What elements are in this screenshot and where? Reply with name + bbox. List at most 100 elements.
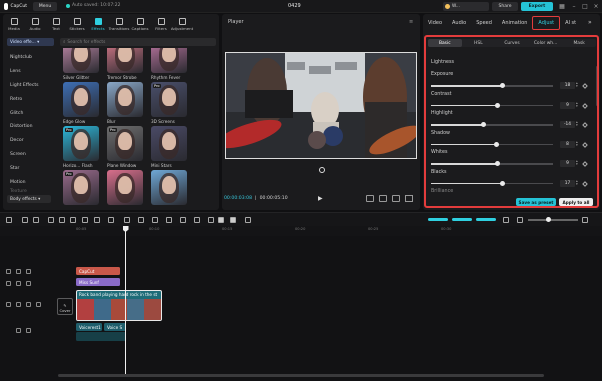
video-preview[interactable]: [225, 52, 417, 159]
split-right-icon[interactable]: [70, 217, 76, 223]
category-screen[interactable]: Screen: [3, 148, 55, 162]
tab-captions[interactable]: Captions: [130, 14, 150, 35]
split-icon[interactable]: [48, 217, 54, 223]
effect-item[interactable]: Pro Plane Window: [107, 126, 145, 168]
ai-tool-icon[interactable]: [218, 217, 224, 223]
lock-icon[interactable]: [16, 269, 21, 274]
export-button[interactable]: Export: [521, 2, 553, 11]
fullscreen-icon[interactable]: [405, 195, 413, 202]
audio-clip-voicerest[interactable]: Voicerest1: [76, 323, 102, 331]
effect-item[interactable]: Blur: [107, 82, 145, 124]
effect-item[interactable]: Rhythm Fever: [151, 48, 189, 80]
effect-item[interactable]: Edge Glow: [63, 82, 101, 124]
effect-item[interactable]: Pro Horizo... Flash: [63, 126, 101, 168]
main-track-magnet-toggle[interactable]: [428, 218, 448, 221]
menu-button[interactable]: Menu: [33, 2, 57, 11]
account-button[interactable]: W...: [443, 2, 489, 11]
effect-item[interactable]: Pro: [63, 170, 101, 206]
cover-button[interactable]: ✎ Cover: [57, 298, 73, 315]
body-effects-dropdown[interactable]: Body effects ▾: [7, 195, 51, 203]
delete-icon[interactable]: [82, 217, 88, 223]
category-distortion[interactable]: Distortion: [3, 120, 55, 134]
effect-preview-image: [162, 132, 176, 150]
preview-axis-icon[interactable]: [503, 217, 509, 223]
play-button[interactable]: ▶: [318, 195, 323, 202]
split-left-icon[interactable]: [59, 217, 65, 223]
player-menu-icon[interactable]: ≡: [409, 19, 413, 25]
effect-item[interactable]: [107, 170, 145, 206]
category-light-effects[interactable]: Light Effects: [3, 79, 55, 93]
undo-icon[interactable]: [22, 217, 28, 223]
zoom-in-icon[interactable]: [582, 217, 588, 223]
tab-text[interactable]: Text: [46, 14, 66, 35]
tab-filters[interactable]: Filters: [151, 14, 171, 35]
freeze-icon[interactable]: [108, 217, 114, 223]
audio-waveform[interactable]: [76, 332, 126, 341]
reverse-icon[interactable]: [124, 217, 130, 223]
eye-icon[interactable]: [26, 269, 31, 274]
zoom-slider-knob[interactable]: [546, 217, 551, 222]
crop-icon[interactable]: [379, 195, 387, 202]
eye-icon[interactable]: [26, 302, 31, 307]
category-nightclub[interactable]: Nightclub: [3, 51, 55, 65]
effect-item[interactable]: Pro 3D Screens: [151, 82, 189, 124]
close-icon[interactable]: ×: [590, 1, 602, 12]
mask-icon[interactable]: [245, 217, 251, 223]
auto-reframe-icon[interactable]: [208, 217, 214, 223]
playhead[interactable]: [125, 228, 126, 374]
lock-icon[interactable]: [16, 302, 21, 307]
redo-icon[interactable]: [33, 217, 39, 223]
effect-label: Edge Glow: [63, 119, 86, 124]
lock-icon[interactable]: [16, 328, 21, 333]
tab-adjustment[interactable]: Adjustment: [171, 14, 193, 35]
tab-transitions[interactable]: Transitions: [109, 14, 129, 35]
auto-snap-toggle[interactable]: [452, 218, 472, 221]
linkage-toggle[interactable]: [476, 218, 496, 221]
mirror-icon[interactable]: [138, 217, 144, 223]
crop-frame[interactable]: [225, 52, 417, 159]
clip-thumbnail: [127, 299, 145, 320]
category-glitch[interactable]: Glitch: [3, 106, 55, 120]
select-tool-icon[interactable]: [6, 217, 12, 223]
clip-thumbnail: [77, 299, 94, 320]
speed-icon[interactable]: [180, 217, 186, 223]
audio-clip-voice-s[interactable]: Voice S: [104, 323, 126, 331]
effect-clip-miss-sunf[interactable]: Miss Sunf: [76, 278, 120, 286]
rotate-icon[interactable]: [152, 217, 158, 223]
effect-preview-image: [74, 48, 88, 62]
share-button[interactable]: Share: [492, 2, 518, 11]
timeline-scrollbar[interactable]: [58, 374, 544, 377]
category-lens[interactable]: Lens: [3, 65, 55, 79]
zoom-slider[interactable]: [528, 217, 578, 222]
tab-effects[interactable]: Effects: [88, 14, 108, 35]
timeline-ruler[interactable]: 00:05 00:10 00:15 00:20 00:25 00:30: [0, 226, 602, 236]
effect-type-dropdown[interactable]: Video effe... ▾: [7, 38, 54, 46]
tab-media[interactable]: Media: [4, 14, 24, 35]
zoom-out-icon[interactable]: [517, 217, 523, 223]
fullscreen-preview-icon[interactable]: [366, 195, 374, 202]
eye-icon[interactable]: [26, 328, 31, 333]
effect-item[interactable]: Tremor Strobe: [107, 48, 145, 80]
effect-item[interactable]: Silver Glitter: [63, 48, 101, 80]
layout-icon[interactable]: ▦: [556, 1, 568, 12]
tab-audio[interactable]: Audio: [25, 14, 45, 35]
ratio-icon[interactable]: [392, 195, 400, 202]
video-clip[interactable]: Rock band playing hard rock in the st: [76, 290, 162, 321]
effect-item[interactable]: Mini Stars: [151, 126, 189, 168]
remove-bg-icon[interactable]: [230, 217, 236, 223]
effect-item[interactable]: [151, 170, 189, 206]
audio-icon[interactable]: [36, 302, 41, 307]
tab-stickers[interactable]: Stickers: [67, 14, 87, 35]
volume-icon[interactable]: [194, 217, 200, 223]
effect-clip-capcut[interactable]: CapCut: [76, 267, 120, 275]
marker-icon[interactable]: [94, 217, 100, 223]
crop-tool-icon[interactable]: [166, 217, 172, 223]
category-star[interactable]: Star: [3, 161, 55, 175]
lock-icon[interactable]: [16, 281, 21, 286]
effects-search-input[interactable]: ⌕ Search for effects: [60, 38, 216, 46]
category-decor[interactable]: Decor: [3, 134, 55, 148]
category-retro[interactable]: Retro: [3, 92, 55, 106]
category-motion[interactable]: Motion: [3, 175, 55, 189]
eye-icon[interactable]: [26, 281, 31, 286]
rotate-handle-icon[interactable]: [319, 167, 325, 173]
